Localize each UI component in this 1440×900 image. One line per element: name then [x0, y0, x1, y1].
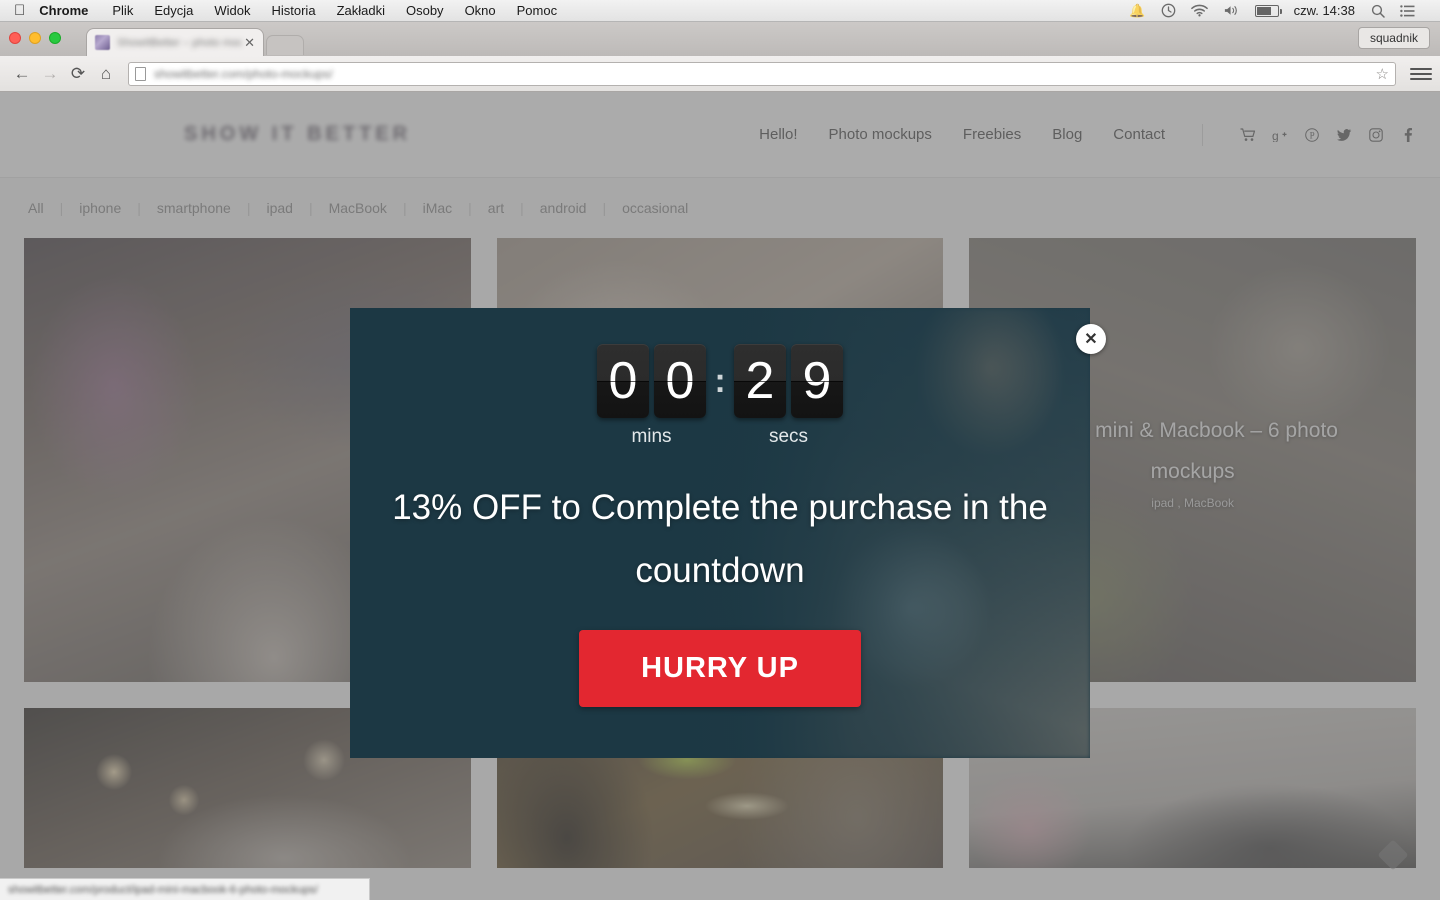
site-favicon — [95, 35, 110, 50]
new-tab-button[interactable] — [266, 35, 304, 55]
close-icon[interactable]: ✕ — [1076, 324, 1106, 354]
modal-body: 0 0 mins : 2 9 secs 13% OFF to Complete … — [350, 308, 1090, 758]
seconds-digit-tens: 2 — [734, 344, 786, 418]
page-info-icon[interactable] — [135, 66, 146, 81]
browser-toolbar: ← → ⟳ ⌂ showitbetter.com/photo-mockups/ … — [0, 56, 1440, 92]
wifi-icon[interactable] — [1190, 4, 1208, 17]
close-window-button[interactable] — [9, 32, 21, 44]
modal-content: 0 0 mins : 2 9 secs 13% OFF to Complete … — [350, 308, 1090, 758]
window-controls — [9, 32, 61, 44]
cta-container: HURRY UP — [350, 630, 1090, 707]
bell-icon[interactable]: 🔔 — [1129, 3, 1145, 19]
countdown-seconds-group: 2 9 secs — [734, 344, 843, 448]
countdown-separator: : — [714, 362, 726, 400]
menubar-status-area: 🔔 czw. 14:38 — [1129, 3, 1440, 19]
countdown-minutes-group: 0 0 mins — [597, 344, 706, 448]
url-text: showitbetter.com/photo-mockups/ — [154, 66, 333, 81]
time-machine-icon[interactable] — [1161, 3, 1176, 18]
minutes-digit-tens: 0 — [597, 344, 649, 418]
chrome-window: ShowItBetter – photo moc… ✕ squadnik ← →… — [0, 22, 1440, 900]
search-icon[interactable] — [1371, 4, 1385, 18]
seconds-digits: 2 9 — [734, 344, 843, 418]
countdown-timer: 0 0 mins : 2 9 secs — [350, 308, 1090, 448]
status-bar: showitbetter.com/product/ipad-mini-macbo… — [0, 878, 370, 900]
menu-chrome[interactable]: Chrome — [39, 3, 88, 18]
seconds-label: secs — [768, 426, 809, 447]
menu-okno[interactable]: Okno — [465, 3, 496, 18]
volume-icon[interactable] — [1223, 4, 1240, 17]
menu-plik[interactable]: Plik — [112, 3, 133, 18]
menu-widok[interactable]: Widok — [214, 3, 250, 18]
profile-button[interactable]: squadnik — [1357, 27, 1430, 49]
browser-tab[interactable]: ShowItBetter – photo moc… ✕ — [86, 28, 264, 56]
minimize-window-button[interactable] — [29, 32, 41, 44]
tab-title: ShowItBetter – photo moc… — [117, 36, 243, 49]
reload-icon[interactable]: ⟳ — [64, 61, 92, 87]
home-icon[interactable]: ⌂ — [92, 61, 120, 87]
menu-historia[interactable]: Historia — [271, 3, 315, 18]
minutes-digits: 0 0 — [597, 344, 706, 418]
hamburger-icon[interactable] — [1410, 67, 1432, 80]
minutes-digit-ones: 0 — [654, 344, 706, 418]
promo-modal: 0 0 mins : 2 9 secs 13% OFF to Complete … — [350, 308, 1106, 758]
menubar-clock[interactable]: czw. 14:38 — [1294, 3, 1355, 18]
apple-icon[interactable]:  — [14, 3, 25, 18]
close-icon[interactable]: ✕ — [242, 36, 257, 49]
menu-osoby[interactable]: Osoby — [406, 3, 444, 18]
web-page: SHOW IT BETTER Hello! Photo mockups Free… — [0, 92, 1440, 900]
seconds-digit-ones: 9 — [791, 344, 843, 418]
menu-edycja[interactable]: Edycja — [154, 3, 193, 18]
battery-icon[interactable] — [1254, 4, 1282, 17]
back-icon[interactable]: ← — [8, 61, 36, 87]
address-bar[interactable]: showitbetter.com/photo-mockups/ ☆ — [128, 61, 1396, 86]
menu-pomoc[interactable]: Pomoc — [517, 3, 557, 18]
notification-center-icon[interactable] — [1400, 4, 1415, 17]
forward-icon[interactable]: → — [36, 61, 64, 87]
link-preview-text: showitbetter.com/product/ipad-mini-macbo… — [8, 883, 318, 896]
macos-menubar:  Chrome Plik Edycja Widok Historia Zakł… — [0, 0, 1440, 22]
minutes-label: mins — [631, 426, 672, 447]
maximize-window-button[interactable] — [49, 32, 61, 44]
bookmark-star-icon[interactable]: ☆ — [1376, 66, 1389, 84]
tab-strip: ShowItBetter – photo moc… ✕ squadnik — [0, 22, 1440, 56]
promo-headline: 13% OFF to Complete the purchase in the … — [392, 488, 1048, 590]
menu-zakladki[interactable]: Zakładki — [337, 3, 385, 18]
hurry-up-button[interactable]: HURRY UP — [579, 630, 861, 707]
